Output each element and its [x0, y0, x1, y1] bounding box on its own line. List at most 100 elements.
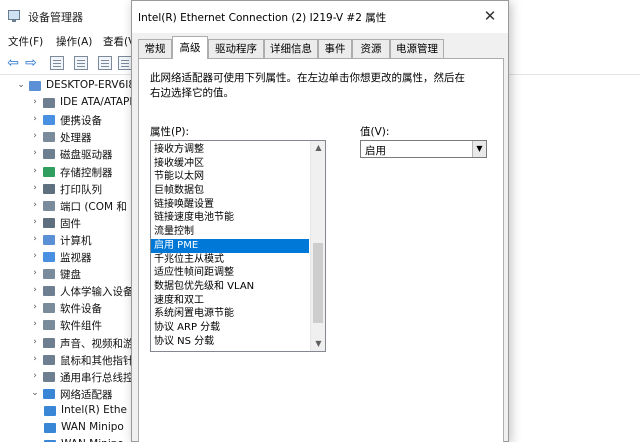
tree-item-label: 鼠标和其他指针 — [60, 354, 134, 367]
chevron-right-icon[interactable]: › — [30, 251, 40, 261]
property-list-item[interactable]: 数据包优先级和 VLAN — [151, 280, 309, 294]
scroll-thumb[interactable] — [313, 243, 323, 323]
tree-item-label: 软件设备 — [60, 303, 102, 316]
device-manager-app-icon — [8, 10, 20, 22]
tree-item[interactable]: › 磁盘驱动器 — [30, 146, 140, 163]
property-list-item[interactable]: 节能以太网 — [151, 170, 309, 184]
property-list-item[interactable]: 链接速度电池节能 — [151, 211, 309, 225]
tree-item-label: 人体学输入设备 — [60, 286, 134, 299]
tree-item[interactable]: › 声音、视频和游戏 — [30, 335, 144, 352]
chevron-right-icon[interactable]: › — [30, 131, 40, 141]
tab-driver[interactable]: 驱动程序 — [208, 39, 264, 59]
tree-item-label: 通用串行总线控 — [60, 371, 134, 384]
chevron-right-icon[interactable]: › — [30, 166, 40, 176]
property-list-item[interactable]: 千兆位主从模式 — [151, 253, 309, 267]
chevron-right-icon[interactable]: › — [30, 268, 40, 278]
chevron-right-icon[interactable]: › — [30, 371, 40, 381]
tree-item[interactable]: WAN Minipo — [44, 420, 140, 437]
computer-icon — [29, 81, 41, 91]
chevron-down-icon[interactable]: ▼ — [472, 141, 486, 157]
property-list-item[interactable]: 巨帧数据包 — [151, 184, 309, 198]
property-list-item[interactable]: 协议 ARP 分载 — [151, 321, 309, 335]
chevron-right-icon[interactable]: › — [30, 337, 40, 347]
tree-item[interactable]: ⌄ 网络适配器 — [30, 386, 140, 403]
chevron-down-icon[interactable]: ⌄ — [16, 80, 26, 90]
tree-item-label: 便携设备 — [60, 115, 102, 128]
tree-item[interactable]: ⌄ DESKTOP-ERV6I8C — [16, 78, 143, 95]
property-list-item[interactable]: 链接唤醒设置 — [151, 198, 309, 212]
property-list-item[interactable]: 启用 PME — [151, 238, 309, 253]
properties-icon[interactable] — [74, 56, 88, 70]
software-device-icon — [43, 303, 55, 314]
tab-advanced[interactable]: 高级 — [172, 36, 208, 59]
tree-item[interactable]: › 存储控制器 — [30, 164, 140, 181]
property-list-item[interactable]: 速度和双工 — [151, 294, 309, 308]
tab-general[interactable]: 常规 — [138, 39, 172, 59]
back-arrow-icon[interactable]: ⇦ — [6, 56, 20, 70]
property-list-item[interactable]: 接收方调整 — [151, 143, 309, 157]
help-icon[interactable] — [98, 56, 112, 70]
chevron-right-icon[interactable]: › — [30, 217, 40, 227]
tree-item[interactable]: Intel(R) Ethe — [44, 403, 140, 420]
tree-item-label: 软件组件 — [60, 320, 102, 333]
tree-item[interactable]: › 鼠标和其他指针 — [30, 352, 140, 369]
tree-item-label: Intel(R) Ethe — [61, 403, 127, 416]
monitor-icon — [43, 252, 55, 262]
property-list-item[interactable]: 流量控制 — [151, 225, 309, 239]
chevron-right-icon[interactable]: › — [30, 148, 40, 158]
property-list-item[interactable]: 系统闲置电源节能 — [151, 307, 309, 321]
menu-file[interactable]: 文件(F) — [8, 34, 43, 49]
value-dropdown[interactable]: 启用 ▼ — [360, 140, 487, 158]
scroll-up-icon[interactable]: ▲ — [311, 141, 325, 155]
tab-strip: 常规 高级 驱动程序 详细信息 事件 资源 电源管理 — [138, 36, 504, 59]
tree-item[interactable]: › 打印队列 — [30, 181, 140, 198]
chevron-right-icon[interactable]: › — [30, 302, 40, 312]
network-icon — [43, 388, 55, 399]
tree-item[interactable]: › 端口 (COM 和 L — [30, 198, 140, 215]
property-list-item[interactable]: 协议 NS 分载 — [151, 335, 309, 349]
chevron-right-icon[interactable]: › — [30, 200, 40, 210]
tab-power-management[interactable]: 电源管理 — [390, 39, 444, 59]
tree-item-label: DESKTOP-ERV6I8C — [46, 79, 143, 91]
forward-arrow-icon[interactable]: ⇨ — [24, 56, 38, 70]
properties-dialog: Intel(R) Ethernet Connection (2) I219-V … — [131, 0, 509, 442]
tree-item[interactable]: › 计算机 — [30, 232, 140, 249]
tree-item[interactable]: WAN Minipo — [44, 437, 140, 442]
tab-resources[interactable]: 资源 — [352, 39, 390, 59]
chevron-right-icon[interactable]: › — [30, 354, 40, 364]
close-icon[interactable]: ✕ — [476, 4, 504, 28]
tree-item[interactable]: › 软件设备 — [30, 300, 140, 317]
device-icon — [43, 115, 55, 126]
chevron-right-icon[interactable]: › — [30, 183, 40, 193]
tree-item[interactable]: › 软件组件 — [30, 317, 140, 334]
value-label: 值(V): — [360, 126, 390, 138]
chevron-right-icon[interactable]: › — [30, 319, 40, 329]
chevron-right-icon[interactable]: › — [30, 114, 40, 124]
advanced-tab-panel: 此网络适配器可使用下列属性。在左边单击你想更改的属性，然后在右边选择它的值。 属… — [138, 58, 504, 442]
chevron-right-icon[interactable]: › — [30, 285, 40, 295]
dialog-titlebar[interactable]: Intel(R) Ethernet Connection (2) I219-V … — [132, 1, 508, 33]
property-listbox[interactable]: 接收方调整 接收缓冲区 节能以太网 巨帧数据包 链接唤醒设置 链接速度电池节能 流量控制 启用… — [150, 140, 326, 352]
tab-events[interactable]: 事件 — [318, 39, 352, 59]
property-list-scrollbar[interactable]: ▲ ▼ — [310, 141, 325, 351]
tree-item[interactable]: › 监视器 — [30, 249, 140, 266]
property-list-item[interactable]: 适应性帧间距调整 — [151, 266, 309, 280]
tree-item[interactable]: › IDE ATA/ATAPI — [30, 95, 140, 112]
property-list-item[interactable]: 接收缓冲区 — [151, 157, 309, 171]
tree-item[interactable]: › 人体学输入设备 — [30, 283, 140, 300]
tree-item[interactable]: › 便携设备 — [30, 112, 140, 129]
tree-item[interactable]: › 固件 — [30, 215, 140, 232]
property-label: 属性(P): — [150, 126, 190, 138]
tree-item[interactable]: › 键盘 — [30, 266, 140, 283]
chevron-down-icon[interactable]: ⌄ — [30, 388, 40, 398]
show-hide-console-tree-icon[interactable] — [50, 56, 64, 70]
tree-item[interactable]: › 处理器 — [30, 129, 140, 146]
chevron-right-icon[interactable]: › — [30, 234, 40, 244]
menu-action[interactable]: 操作(A) — [56, 34, 92, 49]
scan-hardware-icon[interactable] — [118, 56, 132, 70]
tab-details[interactable]: 详细信息 — [264, 39, 318, 59]
dialog-title: Intel(R) Ethernet Connection (2) I219-V … — [138, 12, 387, 24]
scroll-down-icon[interactable]: ▼ — [311, 337, 325, 351]
chevron-right-icon[interactable]: › — [30, 97, 40, 107]
tree-item[interactable]: › 通用串行总线控 — [30, 369, 140, 386]
